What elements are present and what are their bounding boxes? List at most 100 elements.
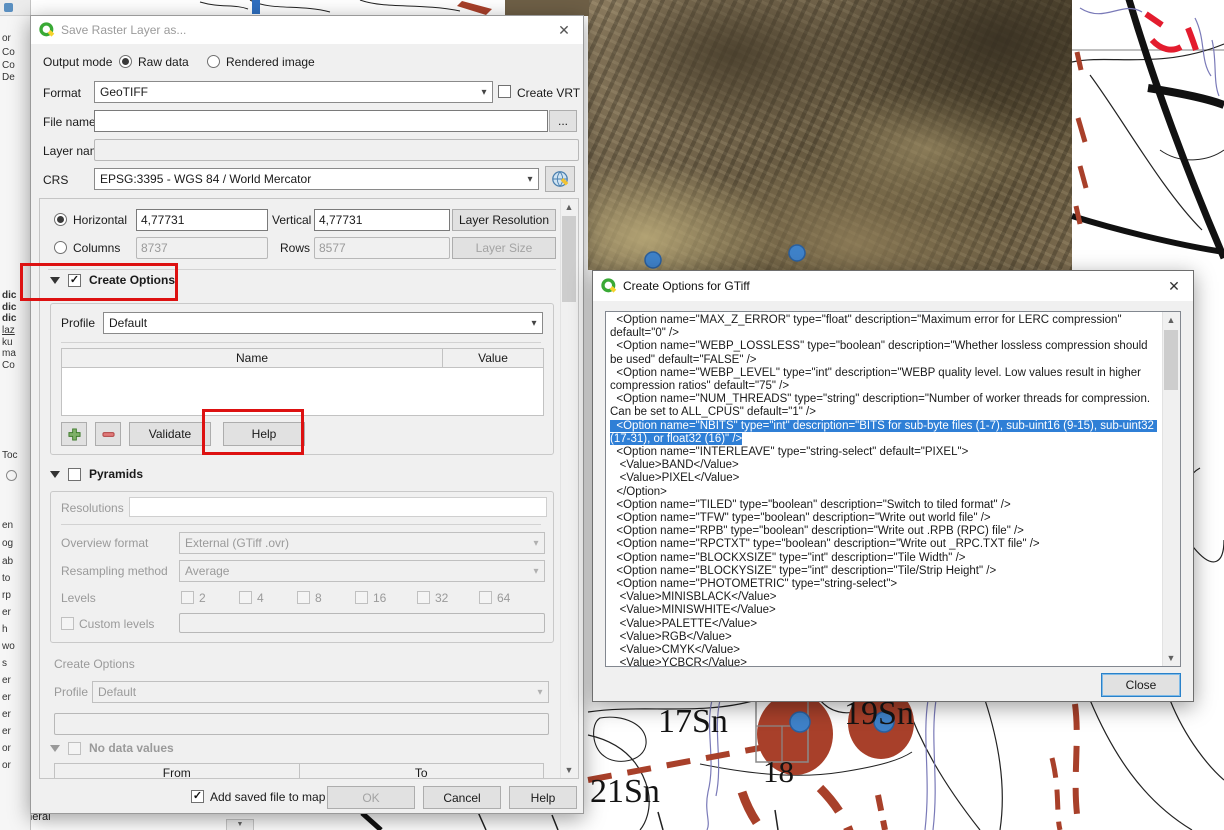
resolutions-label: Resolutions (61, 501, 124, 515)
profile2-combo: Default▾ (92, 681, 549, 703)
pyramids-checkbox[interactable] (68, 468, 81, 481)
add-option-button[interactable] (61, 422, 87, 446)
create-options-checkbox[interactable] (68, 274, 81, 287)
output-mode-label: Output mode (43, 55, 112, 69)
chevron-down-icon: ▾ (526, 318, 542, 329)
rows-input: 8577 (314, 237, 450, 259)
scroll-up-icon[interactable]: ▲ (1163, 312, 1179, 328)
horizontal-label[interactable]: Horizontal (73, 213, 127, 227)
chevron-down-icon: ▾ (528, 566, 544, 577)
create-vrt-label[interactable]: Create VRT (517, 86, 580, 100)
panel-text-fragment: ab (2, 556, 13, 567)
gtiff-option-line: <Value>RGB</Value> (610, 631, 1159, 644)
validate-button[interactable]: Validate (129, 422, 211, 446)
create-options-table[interactable]: Name Value (61, 348, 544, 416)
scroll-down-button[interactable]: ▼ (226, 819, 254, 830)
create-options2-label: Create Options (54, 657, 135, 671)
scroll-down-icon[interactable]: ▼ (561, 762, 577, 778)
columns-label[interactable]: Columns (73, 241, 120, 255)
value-column-header[interactable]: Value (443, 349, 543, 367)
gtiff-option-line: </Option> (610, 486, 1159, 499)
horizontal-radio[interactable] (54, 213, 67, 226)
red-dash-marks (1146, 14, 1196, 50)
pyramid-options-input (54, 713, 549, 735)
horizontal-input[interactable]: 4,77731 (136, 209, 268, 231)
close-icon[interactable]: ✕ (553, 22, 575, 39)
close-icon[interactable]: ✕ (1163, 278, 1185, 295)
gtiff-scrollbar[interactable]: ▲ ▼ (1162, 312, 1180, 666)
rendered-image-radio[interactable] (207, 55, 220, 68)
layers-panel-sliver[interactable]: orCoCoDedicdicdiclazkumaCoTocenogabtorpe… (0, 0, 31, 830)
toolbar-icon[interactable] (4, 3, 13, 12)
help-button[interactable]: Help (509, 786, 577, 809)
scroll-down-icon[interactable]: ▼ (1163, 650, 1179, 666)
qgis-logo-icon (601, 278, 617, 294)
layer-resolution-button[interactable]: Layer Resolution (452, 209, 556, 231)
resolutions-input[interactable] (129, 497, 547, 517)
gtiff-option-line: <Option name="INTERLEAVE" type="string-s… (610, 446, 1159, 459)
scroll-thumb[interactable] (1164, 330, 1178, 390)
gtiff-options-textarea[interactable]: <Option name="MAX_Z_ERROR" type="float" … (605, 311, 1181, 667)
crs-combo[interactable]: EPSG:3395 - WGS 84 / World Mercator▾ (94, 168, 539, 190)
add-saved-file-label[interactable]: Add saved file to map (210, 790, 325, 804)
no-data-values-header[interactable]: No data values (50, 741, 174, 755)
save-dialog-titlebar[interactable]: Save Raster Layer as... ✕ (31, 16, 583, 44)
file-name-input[interactable] (94, 110, 548, 132)
collapse-arrow-icon[interactable] (50, 471, 60, 478)
scroll-up-icon[interactable]: ▲ (561, 199, 577, 215)
site-point[interactable] (790, 712, 810, 732)
level-32-label: 32 (435, 591, 448, 605)
dialog-scrollbar[interactable]: ▲ ▼ (560, 199, 578, 778)
browse-button[interactable]: ... (549, 110, 577, 132)
rendered-image-label[interactable]: Rendered image (226, 55, 315, 69)
profile-combo[interactable]: Default▾ (103, 312, 543, 334)
raw-data-label[interactable]: Raw data (138, 55, 189, 69)
panel-text-fragment: s (2, 658, 7, 669)
panel-text-fragment: laz (2, 325, 15, 336)
panel-text-fragment: ma (2, 348, 16, 359)
format-label: Format (43, 86, 81, 100)
add-saved-file-checkbox[interactable] (191, 790, 204, 803)
no-data-checkbox[interactable] (68, 742, 81, 755)
close-button[interactable]: Close (1101, 673, 1181, 697)
collapse-arrow-icon[interactable] (50, 277, 60, 284)
options-scroll-area: Horizontal 4,77731 Vertical 4,77731 Laye… (39, 198, 579, 779)
columns-radio[interactable] (54, 241, 67, 254)
site-point[interactable] (645, 252, 661, 268)
crs-select-button[interactable] (545, 166, 575, 192)
map-label: 21Sn (590, 773, 660, 810)
format-combo[interactable]: GeoTIFF▾ (94, 81, 493, 103)
level-64-label: 64 (497, 591, 510, 605)
resampling-method-label: Resampling method (61, 564, 168, 578)
name-column-header[interactable]: Name (62, 349, 443, 367)
create-options-header[interactable]: Create Options (50, 273, 175, 287)
to-column-header: To (300, 764, 544, 779)
collapse-arrow-icon[interactable] (50, 745, 60, 752)
raw-data-radio[interactable] (119, 55, 132, 68)
gtiff-option-line: <Value>PIXEL</Value> (610, 472, 1159, 485)
cancel-button[interactable]: Cancel (423, 786, 501, 809)
panel-text-fragment: dic (2, 290, 16, 301)
screen: 17Sn 19Sn 21Sn 18 or general ▼ orCoCoDed… (0, 0, 1224, 830)
remove-option-button[interactable] (95, 422, 121, 446)
profile2-label: Profile (54, 685, 88, 699)
panel-text-fragment: Co (2, 47, 15, 58)
panel-text-fragment: Co (2, 360, 15, 371)
level-8-checkbox (297, 591, 310, 604)
vertical-input[interactable]: 4,77731 (314, 209, 450, 231)
scroll-thumb[interactable] (562, 216, 576, 302)
map-label: 17Sn (658, 703, 728, 740)
panel-text-fragment: dic (2, 313, 16, 324)
create-vrt-checkbox[interactable] (498, 85, 511, 98)
gtiff-dialog-titlebar[interactable]: Create Options for GTiff ✕ (593, 271, 1193, 301)
pyramids-header[interactable]: Pyramids (50, 467, 143, 481)
level-16-checkbox (355, 591, 368, 604)
pyramids-title: Pyramids (89, 467, 143, 481)
gtiff-option-line: <Option name="TFW" type="boolean" descri… (610, 512, 1159, 525)
help-options-button[interactable]: Help (223, 422, 305, 446)
fault-line-thick (1128, 0, 1224, 258)
panel-text-fragment: De (2, 72, 15, 83)
site-point[interactable] (789, 245, 805, 261)
gtiff-option-line: <Value>YCBCR</Value> (610, 657, 1159, 667)
gtiff-option-line: <Option name="BLOCKXSIZE" type="int" des… (610, 552, 1159, 565)
